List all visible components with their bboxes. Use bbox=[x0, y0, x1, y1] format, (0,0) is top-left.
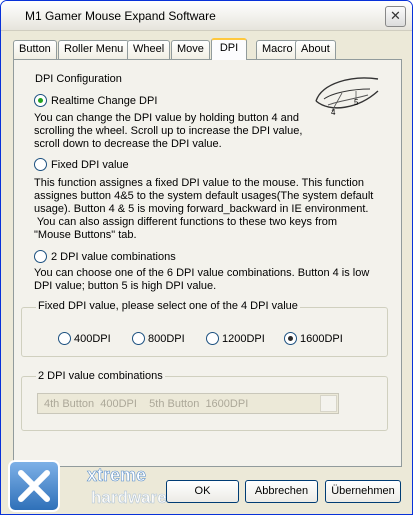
realtime-change-dpi-label[interactable]: Realtime Change DPI bbox=[51, 95, 157, 108]
desc-line: scroll down to decrease the DPI value. bbox=[34, 138, 222, 150]
dpi-1600-label[interactable]: 1600DPI bbox=[300, 333, 343, 346]
desc-line: You can change the DPI value by holding … bbox=[34, 112, 300, 124]
tab-wheel[interactable]: Wheel bbox=[127, 40, 171, 59]
fixed-dpi-group: Fixed DPI value, please select one of th… bbox=[21, 300, 388, 357]
tab-macro[interactable]: Macro bbox=[256, 40, 299, 59]
two-dpi-combinations-label[interactable]: 2 DPI value combinations bbox=[51, 251, 176, 264]
fixed-description: This function assignes a fixed DPI value… bbox=[34, 177, 412, 242]
fixed-dpi-group-title: Fixed DPI value, please select one of th… bbox=[36, 300, 300, 313]
dpi-800-radio[interactable] bbox=[132, 332, 145, 345]
tab-about[interactable]: About bbox=[295, 40, 336, 59]
apply-button[interactable]: Übernehmen bbox=[325, 480, 401, 503]
desc-line: DPI value; button 5 is high DPI value. bbox=[34, 280, 217, 292]
desc-line: scrolling the wheel. Scroll up to increa… bbox=[34, 125, 303, 137]
tab-button[interactable]: Button bbox=[13, 40, 57, 59]
dpi-combinations-group-title: 2 DPI value combinations bbox=[36, 370, 165, 383]
close-icon: ✕ bbox=[390, 9, 401, 24]
realtime-change-dpi-radio[interactable] bbox=[34, 94, 47, 107]
close-button[interactable]: ✕ bbox=[385, 6, 406, 27]
combinations-description: You can choose one of the 6 DPI value co… bbox=[34, 267, 412, 293]
tab-move[interactable]: Move bbox=[171, 40, 210, 59]
desc-line: You can also assign different functions … bbox=[34, 216, 338, 228]
two-dpi-combinations-radio[interactable] bbox=[34, 250, 47, 263]
desc-line: You can choose one of the 6 DPI value co… bbox=[34, 267, 370, 279]
dpi-400-radio[interactable] bbox=[58, 332, 71, 345]
logo-text-hardware: hardware bbox=[91, 488, 167, 507]
app-window: M1 Gamer Mouse Expand Software ✕ Button … bbox=[0, 0, 413, 515]
dpi-400-label[interactable]: 400DPI bbox=[74, 333, 111, 346]
tab-dpi[interactable]: DPI bbox=[211, 38, 247, 60]
dpi-1200-label[interactable]: 1200DPI bbox=[222, 333, 265, 346]
dpi-800-label[interactable]: 800DPI bbox=[148, 333, 185, 346]
dpi-combination-select[interactable]: 4th Button 400DPI 5th Button 1600DPI bbox=[37, 393, 339, 414]
desc-line: This function assignes a fixed DPI value… bbox=[34, 177, 364, 189]
mouse-label-5: 5 bbox=[354, 98, 359, 107]
realtime-description: You can change the DPI value by holding … bbox=[34, 112, 412, 151]
dpi-combination-value: 4th Button 400DPI 5th Button 1600DPI bbox=[44, 398, 249, 410]
cancel-button[interactable]: Abbrechen bbox=[245, 480, 318, 503]
desc-line: assignes button 4&5 to the system defaul… bbox=[34, 190, 374, 202]
logo-text-xtreme: xtreme bbox=[87, 465, 146, 485]
section-title: DPI Configuration bbox=[35, 73, 122, 85]
dpi-1200-radio[interactable] bbox=[206, 332, 219, 345]
desc-line: usage). Button 4 & 5 is moving forward_b… bbox=[34, 203, 369, 215]
window-title: M1 Gamer Mouse Expand Software bbox=[25, 9, 216, 23]
dpi-1600-radio[interactable] bbox=[284, 332, 297, 345]
tab-roller-menu[interactable]: Roller Menu bbox=[58, 40, 130, 59]
title-bar[interactable]: M1 Gamer Mouse Expand Software ✕ bbox=[1, 1, 412, 31]
desc-line: "Mouse Buttons" tab. bbox=[34, 229, 137, 241]
ok-button[interactable]: OK bbox=[166, 480, 239, 503]
dropdown-arrow-button[interactable] bbox=[320, 395, 337, 412]
fixed-dpi-value-label[interactable]: Fixed DPI value bbox=[51, 159, 129, 172]
fixed-dpi-value-radio[interactable] bbox=[34, 158, 47, 171]
